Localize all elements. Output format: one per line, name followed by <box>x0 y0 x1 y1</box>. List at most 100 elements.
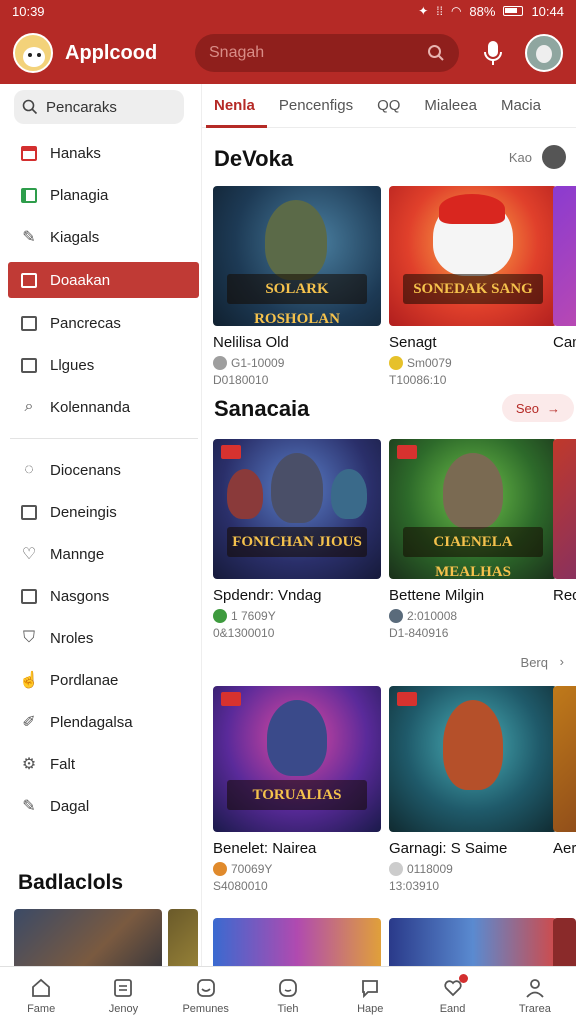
chevron-right-icon[interactable]: › <box>560 654 564 669</box>
game-art-title: TORUALIAS <box>227 780 367 810</box>
game-card[interactable]: Red <box>553 439 576 604</box>
game-art-title: SONEDAK SANG <box>403 274 543 304</box>
nav-pemunes[interactable]: Pemunes <box>165 967 247 1024</box>
rating-icon <box>213 356 227 370</box>
game-card[interactable]: SOLARK ROSHOLAN Nelilisa Old G1-10009 D0… <box>213 186 381 387</box>
nav-trarea[interactable]: Trarea <box>494 967 576 1024</box>
game-meta: 70069Y <box>231 862 273 876</box>
rating-icon <box>213 862 227 876</box>
search-bar[interactable] <box>195 34 459 72</box>
sidebar-item-plendagalsa[interactable]: ✐ Plendagalsa <box>0 701 201 743</box>
game-meta: 1 7609Y <box>231 609 276 623</box>
sidebar-item-label: Pordlanae <box>50 671 119 689</box>
sidebar-item-planagia[interactable]: Planagia <box>0 174 201 216</box>
sidebar-item-label: Dagal <box>50 797 90 815</box>
sidebar-item-doaakan[interactable]: Doaakan <box>8 262 199 298</box>
thumbnail-image[interactable] <box>168 909 198 966</box>
game-art: FONICHAN JIOUS <box>213 439 381 579</box>
game-art <box>553 686 576 832</box>
sidebar-item-pordlanae[interactable]: ☝ Pordlanae <box>0 659 201 701</box>
nav-label: Tieh <box>277 1002 299 1015</box>
sidebar-item-falt[interactable]: ⚙ Falt <box>0 743 201 785</box>
section-link[interactable]: Kao <box>509 150 532 165</box>
game-meta: Sm0079 <box>407 356 452 370</box>
see-all-label: Seo <box>515 400 539 416</box>
rating-icon <box>389 862 403 876</box>
bottom-navigation: Fame Jenoy Pemunes Tieh Hape Eand Trarea <box>0 966 576 1024</box>
tab-qq[interactable]: QQ <box>365 84 412 128</box>
nav-tieh[interactable]: Tieh <box>247 967 329 1024</box>
heart-icon <box>442 973 468 999</box>
tab-nenla[interactable]: Nenla <box>202 84 267 128</box>
avatar[interactable] <box>542 145 566 169</box>
battery-icon <box>503 6 524 16</box>
sidebar-item-kolennanda[interactable]: ⌕ Kolennanda <box>0 386 201 428</box>
sidebar-search-label: Pencaraks <box>46 98 117 116</box>
nav-eand[interactable]: Eand <box>411 967 493 1024</box>
more-link[interactable]: Berq <box>521 655 548 670</box>
sidebar-item-label: Plendagalsa <box>50 713 133 731</box>
square-icon <box>20 503 38 521</box>
app-bar: Applcood <box>0 22 576 84</box>
sidebar-item-llgues[interactable]: Llgues <box>0 344 201 386</box>
game-meta-secondary: T10086:10 <box>389 373 447 387</box>
person-icon <box>524 977 546 999</box>
tab-bar: Nenla Pencenfigs QQ Mialeea Macia <box>202 84 576 128</box>
user-avatar[interactable] <box>525 34 563 72</box>
list-icon <box>20 356 38 374</box>
thumbnail-image[interactable] <box>14 909 162 966</box>
game-card[interactable]: CIAENELA MEALHAS Bettene Milgin 2:010008… <box>389 439 557 640</box>
wifi-icon: ◠ <box>450 4 462 18</box>
game-name: Red <box>553 587 576 604</box>
rating-icon <box>213 609 227 623</box>
document-icon <box>20 271 38 289</box>
sidebar-item-nasgons[interactable]: Nasgons <box>0 575 201 617</box>
game-card[interactable]: Garnagi: S Saime 0118009 13:03910 <box>389 686 557 893</box>
sidebar-item-diocenans[interactable]: ◌ Diocenans <box>0 449 201 491</box>
sidebar-item-hanaks[interactable]: Hanaks <box>0 132 201 174</box>
game-art[interactable] <box>553 918 576 966</box>
sidebar-item-kiagals[interactable]: ✎ Kiagals <box>0 216 201 258</box>
game-meta: G1-10009 <box>231 356 285 370</box>
sidebar-item-label: Nroles <box>50 629 94 647</box>
tab-macia[interactable]: Macia <box>489 84 553 128</box>
game-meta: 2:010008 <box>407 609 458 623</box>
tab-mialeea[interactable]: Mialeea <box>412 84 489 128</box>
sidebar-item-pancrecas[interactable]: Pancrecas <box>0 302 201 344</box>
see-all-button[interactable]: Seo → <box>501 394 574 422</box>
sidebar-item-nroles[interactable]: ⛉ Nroles <box>0 617 201 659</box>
microphone-icon[interactable] <box>481 38 505 68</box>
inbox-icon <box>20 314 38 332</box>
sidebar-item-label: Falt <box>50 755 76 773</box>
app-logo[interactable] <box>13 33 53 73</box>
game-art[interactable] <box>213 918 381 966</box>
nav-jenoy[interactable]: Jenoy <box>82 967 164 1024</box>
chat-icon: ◌ <box>24 461 34 478</box>
game-meta-secondary: D1-840916 <box>389 626 449 640</box>
game-name: Senagt <box>389 334 437 351</box>
sidebar-section-title: Badlaclols <box>18 871 124 894</box>
game-card[interactable]: FONICHAN JIOUS Spdendr: Vndag 1 7609Y 0&… <box>213 439 381 640</box>
status-time: 10:39 <box>12 3 45 19</box>
game-card[interactable]: Aer <box>553 686 576 857</box>
rating-icon <box>389 356 403 370</box>
sidebar-item-dagal[interactable]: ✎ Dagal <box>0 785 201 827</box>
search-input[interactable] <box>209 44 427 62</box>
battery-percent: 88% <box>469 3 496 19</box>
sidebar-search[interactable]: Pencaraks <box>14 90 184 124</box>
tv-icon <box>20 144 38 162</box>
sidebar-item-mannge[interactable]: ♡ Mannge <box>0 533 201 575</box>
sidebar-item-label: Doaakan <box>50 271 111 289</box>
tab-pencenfigs[interactable]: Pencenfigs <box>267 84 365 128</box>
hand-icon: ☝ <box>19 672 39 689</box>
game-badge <box>221 692 241 706</box>
nav-label: Fame <box>27 1002 56 1015</box>
search-icon[interactable] <box>427 44 445 62</box>
game-card[interactable]: TORUALIAS Benelet: Nairea 70069Y S408001… <box>213 686 381 893</box>
sidebar-item-deneingis[interactable]: Deneingis <box>0 491 201 533</box>
game-card[interactable]: SONEDAK SANG Senagt Sm0079 T10086:10 <box>389 186 557 387</box>
game-art[interactable] <box>389 918 557 966</box>
nav-home[interactable]: Fame <box>0 967 82 1024</box>
nav-hape[interactable]: Hape <box>329 967 411 1024</box>
game-card[interactable]: Cam <box>553 186 576 351</box>
